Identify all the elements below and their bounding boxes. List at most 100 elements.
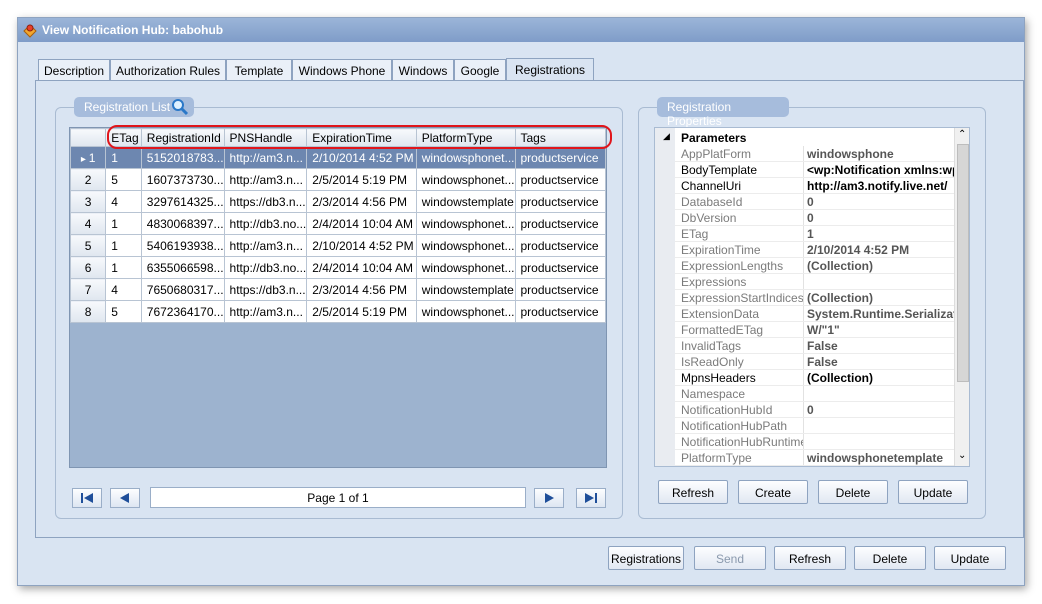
row-header[interactable]: ▸ 1 xyxy=(69,146,107,169)
cell-registrationid[interactable]: 5406193938... xyxy=(140,234,225,257)
next-page-button[interactable] xyxy=(534,488,564,508)
tab-authorization-rules[interactable]: Authorization Rules xyxy=(110,59,226,81)
cell-platformtype[interactable]: windowsphonet... xyxy=(415,300,516,323)
property-row[interactable]: PlatformType windowsphonetemplate xyxy=(655,450,955,466)
property-divider[interactable] xyxy=(803,370,804,386)
property-divider[interactable] xyxy=(803,402,804,418)
collapse-icon[interactable]: ◢ xyxy=(663,131,670,142)
cell-expirationtime[interactable]: 2/5/2014 5:19 PM xyxy=(306,168,417,191)
property-value[interactable]: windowsphonetemplate xyxy=(807,451,955,465)
property-divider[interactable] xyxy=(803,146,804,162)
property-value[interactable]: W/"1" xyxy=(807,323,955,337)
search-icon[interactable] xyxy=(171,98,189,119)
send-button[interactable]: Send xyxy=(694,546,766,570)
cell-registrationid[interactable]: 7672364170... xyxy=(140,300,225,323)
cell-platformtype[interactable]: windowstemplate xyxy=(415,278,516,301)
property-row[interactable]: ETag 1 xyxy=(655,226,955,242)
table-row[interactable]: 8 5 7672364170... http://am3.n... 2/5/2014 5… xyxy=(69,300,606,323)
row-header[interactable]: 6 xyxy=(69,256,107,279)
row-header[interactable]: 8 xyxy=(69,300,107,323)
property-value[interactable]: (Collection) xyxy=(807,259,955,273)
cell-tags[interactable]: productservice xyxy=(514,190,606,213)
cell-registrationid[interactable]: 6355066598... xyxy=(140,256,225,279)
table-row[interactable]: 5 1 5406193938... http://am3.n... 2/10/2014 … xyxy=(69,234,606,257)
property-row[interactable]: ExpirationTime 2/10/2014 4:52 PM xyxy=(655,242,955,258)
cell-etag[interactable]: 1 xyxy=(105,212,142,235)
property-divider[interactable] xyxy=(803,434,804,450)
property-divider[interactable] xyxy=(803,178,804,194)
cell-pnshandle[interactable]: https://db3.n... xyxy=(223,278,308,301)
title-bar[interactable]: View Notification Hub: babohub xyxy=(18,18,1024,42)
cell-pnshandle[interactable]: http://am3.n... xyxy=(223,234,308,257)
property-divider[interactable] xyxy=(803,386,804,402)
property-row[interactable]: Expressions xyxy=(655,274,955,290)
first-page-button[interactable] xyxy=(72,488,102,508)
tab-registrations[interactable]: Registrations xyxy=(506,58,594,82)
cell-expirationtime[interactable]: 2/5/2014 5:19 PM xyxy=(306,300,417,323)
cell-registrationid[interactable]: 5152018783... xyxy=(140,146,225,169)
property-divider[interactable] xyxy=(803,290,804,306)
cell-etag[interactable]: 1 xyxy=(105,256,142,279)
property-value[interactable]: 0 xyxy=(807,403,955,417)
cell-platformtype[interactable]: windowsphonet... xyxy=(415,168,516,191)
cell-platformtype[interactable]: windowstemplate xyxy=(415,190,516,213)
cell-etag[interactable]: 4 xyxy=(105,190,142,213)
delete-button[interactable]: Delete xyxy=(854,546,926,570)
property-value[interactable]: System.Runtime.Serializat xyxy=(807,307,955,321)
property-divider[interactable] xyxy=(803,194,804,210)
previous-page-button[interactable] xyxy=(110,488,140,508)
property-divider[interactable] xyxy=(803,258,804,274)
property-value[interactable]: False xyxy=(807,355,955,369)
properties-update-button[interactable]: Update xyxy=(898,480,968,504)
cell-registrationid[interactable]: 4830068397... xyxy=(140,212,225,235)
update-button[interactable]: Update xyxy=(934,546,1006,570)
row-header[interactable]: 7 xyxy=(69,278,107,301)
property-value[interactable]: http://am3.notify.live.net/ xyxy=(807,179,955,193)
property-row[interactable]: ChannelUri http://am3.notify.live.net/ xyxy=(655,178,955,194)
cell-etag[interactable]: 1 xyxy=(105,234,142,257)
row-header[interactable]: 3 xyxy=(69,190,107,213)
cell-registrationid[interactable]: 1607373730... xyxy=(140,168,225,191)
property-category[interactable]: ◢ Parameters xyxy=(655,130,955,146)
cell-etag[interactable]: 5 xyxy=(105,168,142,191)
table-row[interactable]: 3 4 3297614325... https://db3.n... 2/3/2014 … xyxy=(69,190,606,213)
property-row[interactable]: IsReadOnly False xyxy=(655,354,955,370)
property-divider[interactable] xyxy=(803,338,804,354)
cell-tags[interactable]: productservice xyxy=(514,168,606,191)
table-row[interactable]: ▸ 1 1 5152018783... http://am3.n... 2/10/201… xyxy=(69,146,606,169)
cell-tags[interactable]: productservice xyxy=(514,146,606,169)
property-value[interactable]: <wp:Notification xmlns:wp xyxy=(807,163,955,177)
property-divider[interactable] xyxy=(803,354,804,370)
cell-expirationtime[interactable]: 2/4/2014 10:04 AM xyxy=(306,212,417,235)
cell-tags[interactable]: productservice xyxy=(514,256,606,279)
property-divider[interactable] xyxy=(803,226,804,242)
row-header[interactable]: 4 xyxy=(69,212,107,235)
property-value[interactable]: (Collection) xyxy=(807,291,955,305)
property-divider[interactable] xyxy=(803,274,804,290)
cell-platformtype[interactable]: windowsphonet... xyxy=(415,256,516,279)
cell-expirationtime[interactable]: 2/3/2014 4:56 PM xyxy=(306,278,417,301)
property-row[interactable]: ExtensionData System.Runtime.Serializat xyxy=(655,306,955,322)
property-divider[interactable] xyxy=(803,306,804,322)
property-row[interactable]: FormattedETag W/"1" xyxy=(655,322,955,338)
table-row[interactable]: 6 1 6355066598... http://db3.no... 2/4/2014 … xyxy=(69,256,606,279)
registrations-button[interactable]: Registrations xyxy=(608,546,684,570)
scroll-thumb[interactable] xyxy=(957,144,969,382)
cell-pnshandle[interactable]: http://am3.n... xyxy=(223,300,308,323)
cell-expirationtime[interactable]: 2/3/2014 4:56 PM xyxy=(306,190,417,213)
property-row[interactable]: ExpressionStartIndices (Collection) xyxy=(655,290,955,306)
property-divider[interactable] xyxy=(803,418,804,434)
property-divider[interactable] xyxy=(803,450,804,466)
cell-pnshandle[interactable]: http://db3.no... xyxy=(223,256,308,279)
cell-pnshandle[interactable]: https://db3.n... xyxy=(223,190,308,213)
property-row[interactable]: Namespace xyxy=(655,386,955,402)
cell-tags[interactable]: productservice xyxy=(514,278,606,301)
scroll-up-icon[interactable]: ⌃ xyxy=(958,129,966,140)
property-row[interactable]: InvalidTags False xyxy=(655,338,955,354)
cell-registrationid[interactable]: 7650680317... xyxy=(140,278,225,301)
property-value[interactable]: windowsphone xyxy=(807,147,955,161)
cell-registrationid[interactable]: 3297614325... xyxy=(140,190,225,213)
properties-create-button[interactable]: Create xyxy=(738,480,808,504)
property-value[interactable]: False xyxy=(807,339,955,353)
cell-tags[interactable]: productservice xyxy=(514,234,606,257)
